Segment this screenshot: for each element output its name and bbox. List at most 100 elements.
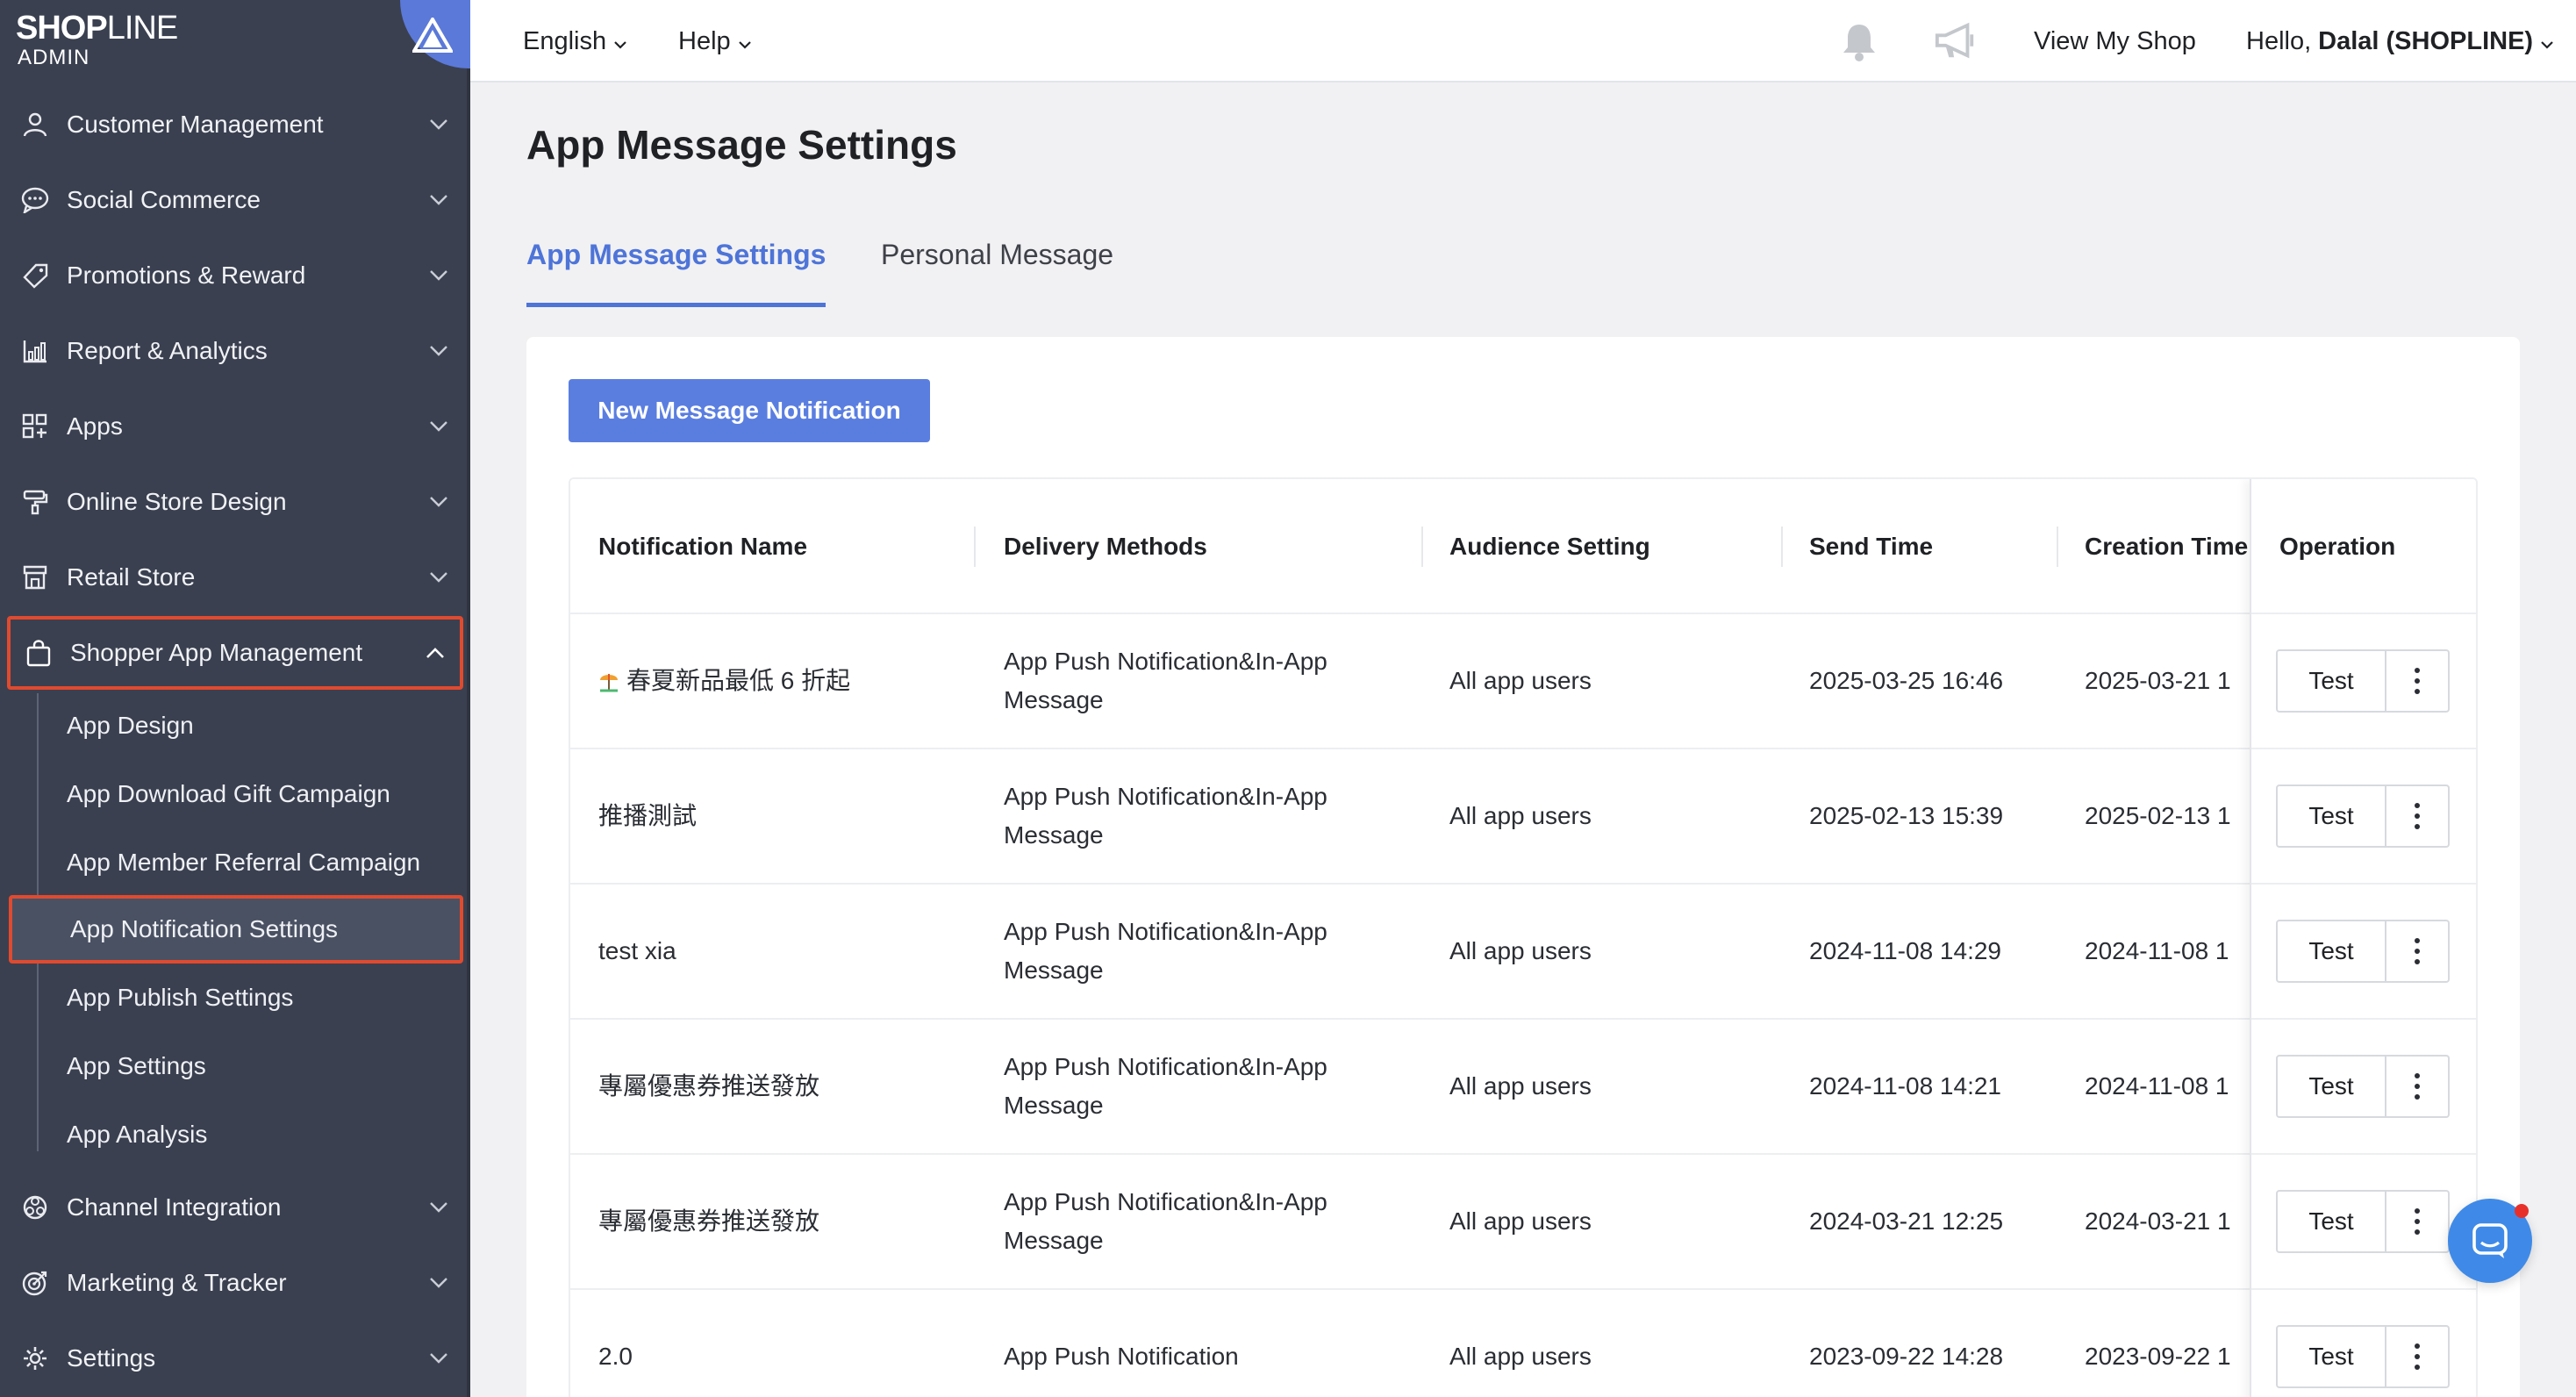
notification-name-cell: 專屬優惠券推送發放 (598, 1072, 820, 1100)
submenu-app-analysis[interactable]: App Analysis (49, 1100, 463, 1169)
send-time-cell: 2024-11-08 14:29 (1809, 937, 2001, 964)
audience-cell: All app users (1449, 937, 1592, 964)
collapse-corner[interactable] (400, 0, 470, 68)
delivery-methods-cell: App Push Notification&In-App Message (1004, 1020, 1327, 1153)
vertical-dots-icon (2415, 1073, 2420, 1100)
chevron-down-icon (738, 27, 752, 56)
sidebar-item-retail-store[interactable]: Retail Store (7, 541, 463, 614)
col-delivery-methods: Delivery Methods (1004, 533, 1207, 560)
help-dropdown[interactable]: Help (678, 0, 752, 82)
sidebar-item-shopper-app-management[interactable]: Shopper App Management (7, 616, 463, 690)
target-icon (18, 1265, 53, 1300)
sidebar-item-report-analytics[interactable]: Report & Analytics (7, 314, 463, 388)
sidebar-item-label: Marketing & Tracker (67, 1269, 287, 1296)
sidebar-item-online-store-design[interactable]: Online Store Design (7, 465, 463, 539)
user-icon (18, 107, 53, 142)
user-menu[interactable]: Hello, Dalal (SHOPLINE) (2246, 0, 2554, 82)
sidebar-item-label: Customer Management (67, 111, 324, 138)
shopping-bag-icon (21, 635, 56, 670)
column-divider (1421, 527, 1423, 567)
test-button[interactable]: Test (2276, 784, 2386, 848)
bell-icon[interactable] (1837, 19, 1881, 63)
submenu-app-publish-settings[interactable]: App Publish Settings (49, 964, 463, 1032)
audience-cell: All app users (1449, 1072, 1592, 1100)
creation-time-cell: 2025-03-21 1 (2085, 667, 2231, 694)
submenu-app-notification-settings[interactable]: App Notification Settings (9, 895, 463, 964)
sidebar-item-apps[interactable]: Apps (7, 390, 463, 463)
test-button[interactable]: Test (2276, 1325, 2386, 1388)
sidebar-item-label: Promotions & Reward (67, 261, 306, 289)
table-row: 推播測試 App Push Notification&In-App Message… (570, 749, 2476, 885)
test-button[interactable]: Test (2276, 1055, 2386, 1118)
more-options-button[interactable] (2386, 1325, 2450, 1388)
submenu-app-download-gift-campaign[interactable]: App Download Gift Campaign (49, 760, 463, 828)
delivery-line: App Push Notification&In-App (1004, 918, 1327, 945)
send-time-cell: 2024-11-08 14:21 (1809, 1072, 2001, 1100)
send-time-cell: 2023-09-22 14:28 (1809, 1343, 2004, 1370)
chevron-down-icon (2540, 27, 2554, 56)
submenu-app-member-referral-campaign[interactable]: App Member Referral Campaign (49, 828, 463, 897)
mountain-icon (412, 18, 453, 53)
chevron-down-icon (421, 258, 456, 293)
more-options-button[interactable] (2386, 784, 2450, 848)
notification-name-cell: test xia (598, 937, 676, 964)
notification-name-cell: 專屬優惠券推送發放 (598, 1207, 820, 1235)
chevron-up-icon (418, 635, 453, 670)
chevron-down-icon (421, 183, 456, 218)
delivery-line: Message (1004, 956, 1104, 984)
more-options-button[interactable] (2386, 649, 2450, 713)
language-dropdown[interactable]: English (523, 0, 627, 82)
col-send-time: Send Time (1809, 533, 1934, 560)
table-row: 春夏新品最低 6 折起 App Push Notification&In-App… (570, 614, 2476, 749)
submenu-app-design[interactable]: App Design (49, 691, 463, 760)
page-title: App Message Settings (526, 122, 957, 168)
tag-icon (18, 258, 53, 293)
sidebar-item-promotions-reward[interactable]: Promotions & Reward (7, 239, 463, 312)
more-options-button[interactable] (2386, 1190, 2450, 1253)
delivery-methods-cell: App Push Notification&In-App Message (1004, 885, 1327, 1018)
delivery-methods-cell: App Push Notification (1004, 1343, 1239, 1370)
creation-time-cell: 2024-11-08 1 (2085, 1072, 2229, 1100)
apps-grid-icon (18, 409, 53, 444)
notification-name-cell: 推播測試 (598, 802, 698, 829)
notifications-table: Notification Name Delivery Methods Audie… (569, 477, 2478, 1397)
send-time-cell: 2025-03-25 16:46 (1809, 667, 2004, 694)
tab-personal-message[interactable]: Personal Message (881, 239, 1113, 307)
column-divider (1781, 527, 1783, 567)
test-button[interactable]: Test (2276, 1190, 2386, 1253)
tab-app-message-settings[interactable]: App Message Settings (526, 239, 826, 307)
sidebar-item-marketing-tracker[interactable]: Marketing & Tracker (7, 1246, 463, 1320)
send-time-cell: 2025-02-13 15:39 (1809, 802, 2004, 829)
creation-time-cell: 2024-03-21 1 (2085, 1207, 2231, 1235)
help-label: Help (678, 26, 731, 55)
test-button[interactable]: Test (2276, 649, 2386, 713)
creation-time-cell: 2023-09-22 1 (2085, 1343, 2231, 1370)
language-label: English (523, 26, 607, 55)
new-message-notification-button[interactable]: New Message Notification (569, 379, 930, 442)
chevron-down-icon (421, 1341, 456, 1376)
column-divider (2057, 527, 2058, 567)
shopline-logo[interactable]: SHOPLINE ADMIN (0, 0, 470, 82)
more-options-button[interactable] (2386, 920, 2450, 983)
sidebar-item-customer-management[interactable]: Customer Management (7, 88, 463, 161)
chevron-down-icon (421, 107, 456, 142)
sidebar-item-label: Social Commerce (67, 186, 261, 213)
gear-icon (18, 1341, 53, 1376)
submenu-app-settings[interactable]: App Settings (49, 1032, 463, 1100)
notification-name-cell: 春夏新品最低 6 折起 (598, 614, 850, 748)
sidebar-item-social-commerce[interactable]: Social Commerce (7, 163, 463, 237)
creation-time-cell: 2024-11-08 1 (2085, 937, 2229, 964)
audience-cell: All app users (1449, 667, 1592, 694)
delivery-line: App Push Notification&In-App (1004, 1188, 1327, 1215)
creation-time-cell: 2025-02-13 1 (2085, 802, 2231, 829)
sidebar-item-label: Settings (67, 1344, 156, 1372)
view-my-shop-link[interactable]: View My Shop (2034, 0, 2196, 82)
more-options-button[interactable] (2386, 1055, 2450, 1118)
sidebar-item-settings[interactable]: Settings (7, 1322, 463, 1395)
delivery-line: Message (1004, 1227, 1104, 1254)
sidebar-item-channel-integration[interactable]: Channel Integration (7, 1171, 463, 1244)
audience-cell: All app users (1449, 802, 1592, 829)
paint-roller-icon (18, 484, 53, 519)
megaphone-icon[interactable] (1934, 19, 1978, 63)
test-button[interactable]: Test (2276, 920, 2386, 983)
